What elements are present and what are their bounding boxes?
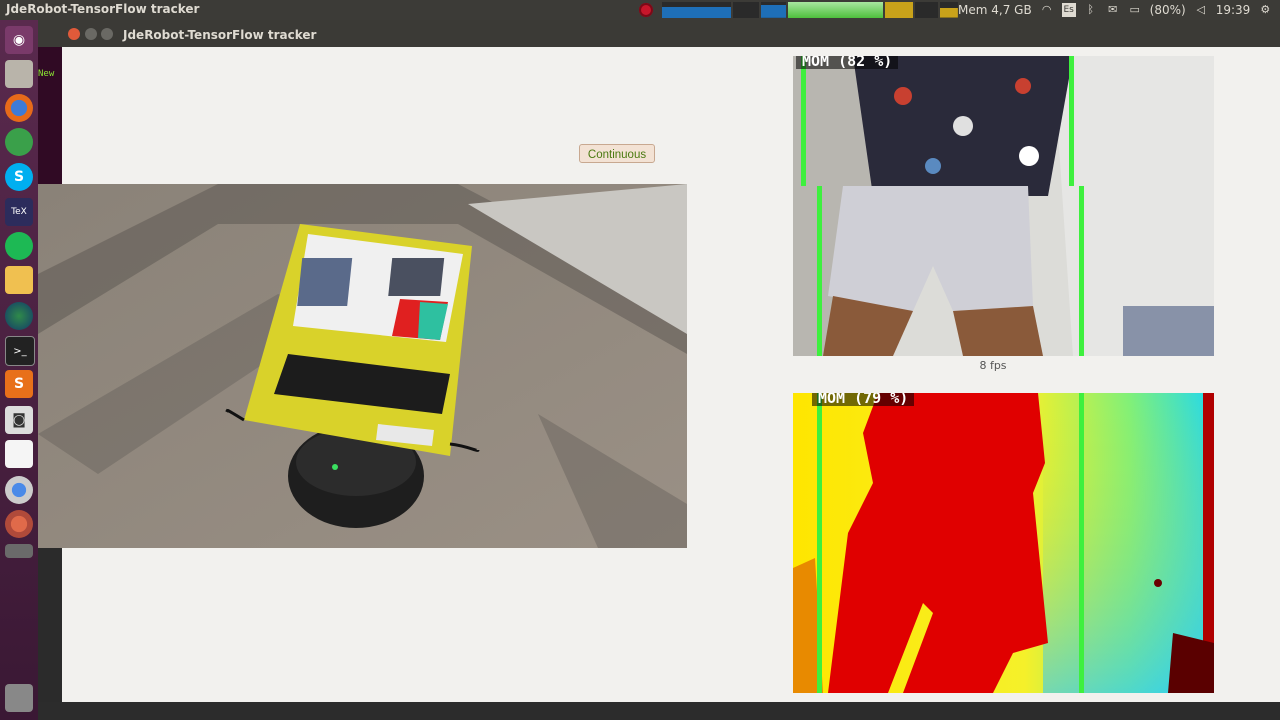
close-window-button[interactable] bbox=[68, 28, 80, 40]
tex-icon[interactable]: TeX bbox=[5, 198, 33, 226]
files-icon[interactable] bbox=[5, 60, 33, 88]
skype-icon[interactable]: S bbox=[5, 163, 33, 191]
clock[interactable]: 19:39 bbox=[1216, 3, 1251, 17]
memory-indicator[interactable]: Mem 4,7 GB bbox=[958, 3, 1032, 17]
continuous-button[interactable]: Continuous bbox=[579, 144, 655, 163]
window-bottom-edge bbox=[38, 702, 1280, 720]
power-gear-icon[interactable]: ⚙ bbox=[1258, 3, 1272, 17]
chromium-icon[interactable] bbox=[5, 476, 33, 504]
wifi-icon[interactable]: ◠ bbox=[1040, 3, 1054, 17]
depth-camera-view: MOM (79 %) bbox=[793, 393, 1214, 693]
window-title: JdeRobot-TensorFlow tracker bbox=[123, 28, 317, 42]
fps-label: 8 fps bbox=[979, 359, 1007, 372]
keyboard-layout-indicator[interactable]: Es bbox=[1061, 3, 1076, 17]
trash-icon[interactable] bbox=[5, 684, 33, 712]
record-indicator-icon[interactable] bbox=[639, 3, 653, 17]
rgb-camera-image bbox=[793, 56, 1214, 356]
battery-percent[interactable]: (80%) bbox=[1150, 3, 1186, 17]
robot-video-frame bbox=[38, 184, 687, 548]
robot-scene-image bbox=[38, 184, 687, 548]
background-terminal-text: New bbox=[38, 69, 55, 79]
sublime-icon[interactable]: S bbox=[5, 370, 33, 398]
minimize-window-button[interactable] bbox=[85, 28, 97, 40]
bluetooth-icon[interactable]: ᛒ bbox=[1084, 3, 1098, 17]
spotify-icon[interactable] bbox=[5, 232, 33, 260]
globe-icon[interactable] bbox=[5, 302, 33, 330]
top-panel: JdeRobot-TensorFlow tracker Mem 4,7 GB ◠… bbox=[0, 0, 1280, 20]
usb-icon[interactable] bbox=[5, 544, 33, 558]
depth-detection-label: MOM (79 %) bbox=[812, 393, 915, 406]
dash-icon[interactable]: ◉ bbox=[5, 26, 33, 54]
document-icon[interactable] bbox=[5, 440, 33, 468]
volume-icon[interactable]: ◁ bbox=[1194, 3, 1208, 17]
notes-icon[interactable] bbox=[5, 266, 33, 294]
launcher: ◉ S TeX >_ S ◙ bbox=[0, 20, 38, 720]
window-titlebar: JdeRobot-TensorFlow tracker bbox=[38, 20, 1280, 47]
active-app-title: JdeRobot-TensorFlow tracker bbox=[6, 2, 200, 16]
app-icon[interactable] bbox=[5, 510, 33, 538]
indicator-area: Mem 4,7 GB ◠ Es ᛒ ✉ ▭ (80%) ◁ 19:39 ⚙ bbox=[958, 2, 1272, 18]
background-terminal-window[interactable]: New bbox=[38, 47, 62, 197]
depth-camera-image bbox=[793, 393, 1214, 693]
system-monitor-graphs[interactable] bbox=[662, 2, 959, 18]
maximize-window-button[interactable] bbox=[101, 28, 113, 40]
rgb-detection-label: MOM (82 %) bbox=[796, 56, 899, 69]
terminal-icon[interactable]: >_ bbox=[5, 336, 35, 366]
battery-icon[interactable]: ▭ bbox=[1128, 3, 1142, 17]
rgb-camera-view: MOM (82 %) bbox=[793, 56, 1214, 356]
firefox-icon[interactable] bbox=[5, 94, 33, 122]
terminal-green-icon[interactable] bbox=[5, 128, 33, 156]
camera-icon[interactable]: ◙ bbox=[5, 406, 33, 434]
mail-icon[interactable]: ✉ bbox=[1106, 3, 1120, 17]
